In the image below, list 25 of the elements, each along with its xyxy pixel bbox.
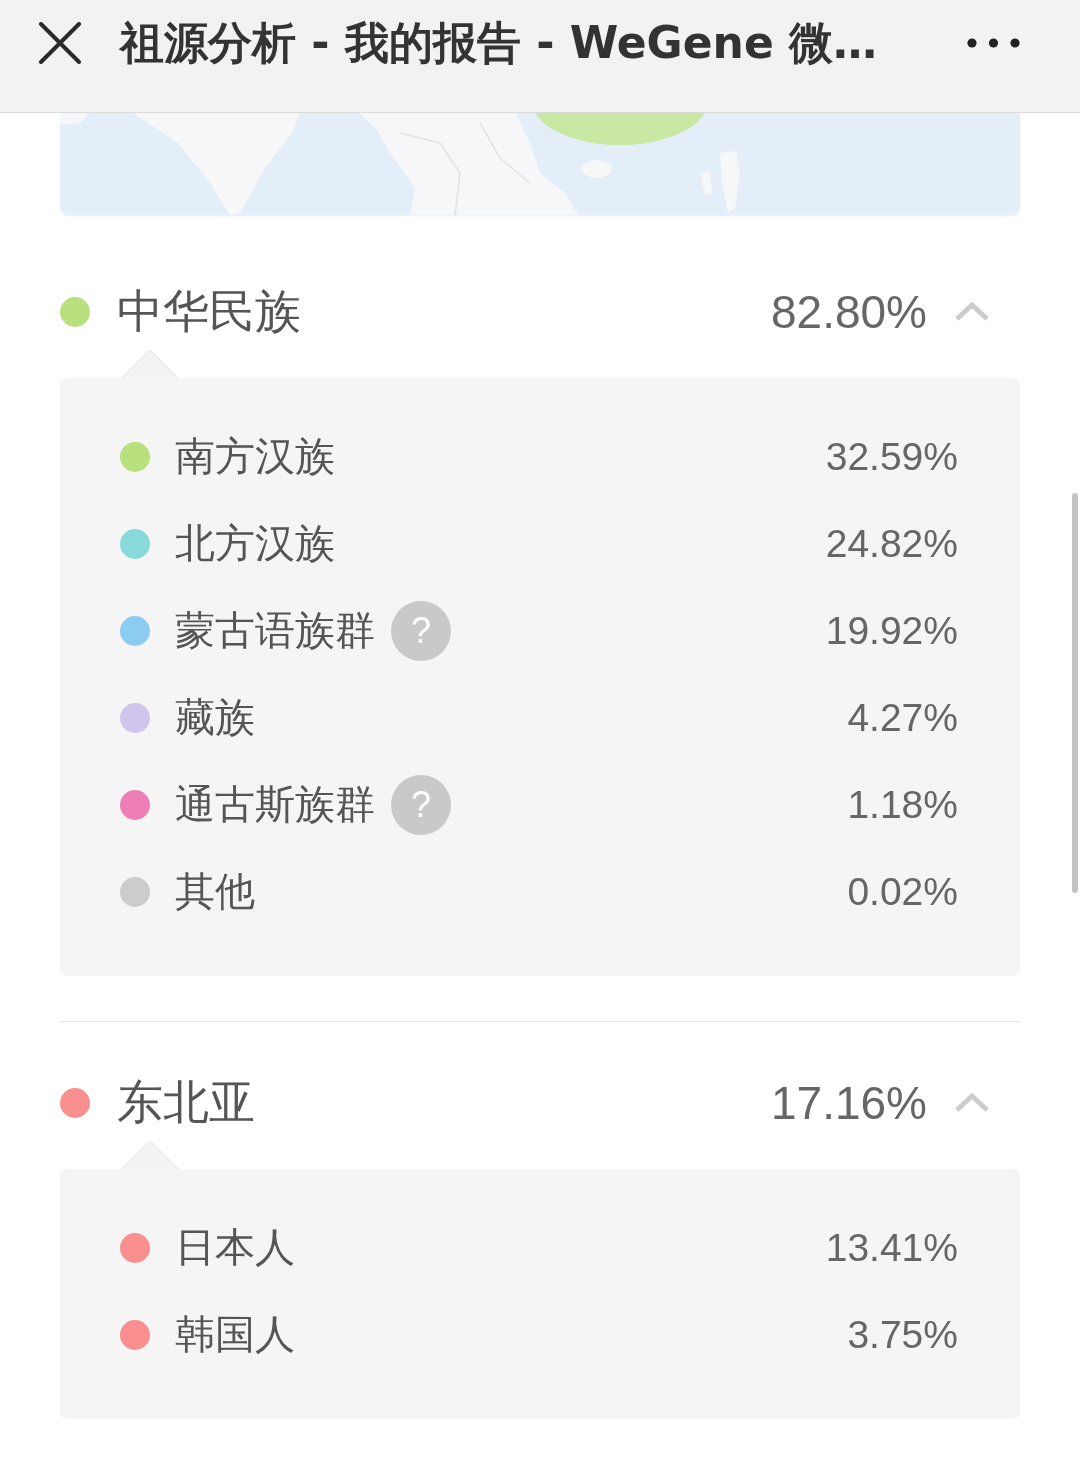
help-button[interactable]: ? xyxy=(391,774,451,835)
page-title: 祖源分析 - 我的报告 - WeGene 微… xyxy=(120,15,879,70)
more-icon[interactable] xyxy=(967,38,1020,48)
group-name: 中华民族 xyxy=(117,283,301,340)
subgroup-name: 日本人 xyxy=(175,1223,295,1272)
subgroup-name: 藏族 xyxy=(175,693,255,742)
percentage-value: 4.27% xyxy=(847,695,958,740)
subgroup-name: 南方汉族 xyxy=(175,432,335,481)
close-icon[interactable] xyxy=(39,22,81,64)
percentage-value: 82.80% xyxy=(771,285,927,339)
subgroup-name: 通古斯族群 xyxy=(175,780,375,829)
percentage-value: 13.41% xyxy=(825,1225,958,1270)
help-button[interactable]: ? xyxy=(391,600,451,661)
subgroup-name: 其他 xyxy=(175,867,255,916)
subgroup-name: 北方汉族 xyxy=(175,519,335,568)
percentage-value: 24.82% xyxy=(825,521,958,566)
group-name: 东北亚 xyxy=(117,1074,255,1131)
percentage-value: 1.18% xyxy=(847,782,958,827)
subgroup-name: 韩国人 xyxy=(175,1310,295,1359)
percentage-value: 3.75% xyxy=(847,1312,958,1357)
subgroup-name: 蒙古语族群 xyxy=(175,606,375,655)
percentage-value: 17.16% xyxy=(771,1076,927,1130)
percentage-value: 32.59% xyxy=(825,434,958,479)
percentage-value: 0.02% xyxy=(847,869,958,914)
percentage-value: 19.92% xyxy=(825,608,958,653)
